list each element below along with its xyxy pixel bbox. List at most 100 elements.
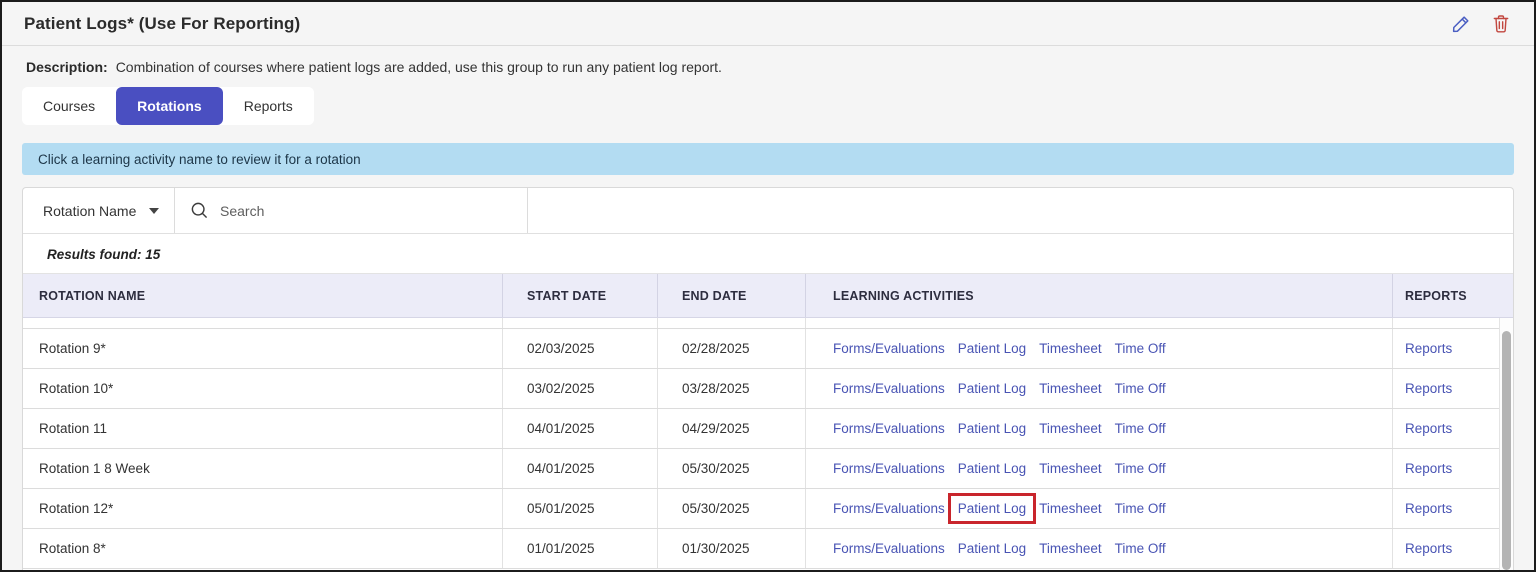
rotation-name-cell: Rotation 11 (23, 409, 503, 448)
learning-activities-cell: Forms/Evaluations Patient Log Timesheet Tim… (806, 369, 1393, 408)
table-rows: Rotation 9* 02/03/2025 02/28/2025 Forms/Eva… (23, 318, 1499, 570)
activity-link-time-off[interactable]: Time Off (1115, 341, 1166, 356)
search-field-select[interactable]: Rotation Name (23, 188, 175, 233)
info-banner: Click a learning activity name to review… (22, 143, 1514, 175)
start-date-cell: 02/03/2025 (503, 329, 658, 368)
tab-courses[interactable]: Courses (22, 87, 117, 125)
activity-link-time-off[interactable]: Time Off (1115, 501, 1166, 516)
reports-link[interactable]: Reports (1405, 381, 1452, 396)
learning-activities-cell: Forms/Evaluations Patient Log Timesheet Tim… (806, 529, 1393, 568)
tab-rotations[interactable]: Rotations (116, 87, 223, 125)
search-field-selected: Rotation Name (43, 202, 137, 219)
vertical-scrollbar[interactable] (1499, 318, 1513, 570)
activity-link-timesheet[interactable]: Timesheet (1039, 541, 1102, 556)
rotation-name-cell: Rotation 1 8 Week (23, 449, 503, 488)
info-banner-text: Click a learning activity name to review… (38, 151, 361, 167)
results-label: Results found: (47, 247, 142, 262)
chevron-down-icon (149, 207, 159, 214)
search-row: Rotation Name (23, 188, 1513, 234)
search-input[interactable] (220, 202, 510, 219)
activity-link-time-off[interactable]: Time Off (1115, 461, 1166, 476)
results-count: Results found: 15 (23, 234, 1513, 273)
trash-icon[interactable] (1490, 13, 1512, 35)
activity-link-patient-log[interactable]: Patient Log (958, 541, 1026, 556)
title-bar: Patient Logs* (Use For Reporting) (2, 2, 1534, 46)
end-date-cell: 01/30/2025 (658, 529, 806, 568)
column-header: ROTATION NAME (23, 274, 503, 317)
results-value: 15 (145, 247, 161, 262)
column-header: END DATE (658, 274, 806, 317)
reports-link[interactable]: Reports (1405, 461, 1452, 476)
end-date-cell: 05/30/2025 (658, 449, 806, 488)
magnifier-icon (190, 201, 209, 220)
learning-activities-cell: Forms/Evaluations Patient Log Timesheet Tim… (806, 489, 1393, 528)
reports-cell: Reports (1393, 489, 1499, 528)
activity-link-patient-log[interactable]: Patient Log (958, 461, 1026, 476)
activity-link-forms-evaluations[interactable]: Forms/Evaluations (833, 461, 945, 476)
description-text: Combination of courses where patient log… (115, 59, 722, 75)
reports-link[interactable]: Reports (1405, 341, 1452, 356)
activity-link-forms-evaluations[interactable]: Forms/Evaluations (833, 341, 945, 356)
title-actions (1450, 13, 1512, 35)
search-box (175, 188, 528, 233)
activity-link-timesheet[interactable]: Timesheet (1039, 461, 1102, 476)
rotation-name-cell: Rotation 8* (23, 529, 503, 568)
table-row: Rotation 1 8 Week 04/01/2025 05/30/2025 For… (23, 449, 1499, 489)
activity-link-patient-log[interactable]: Patient Log (958, 421, 1026, 436)
learning-activities-cell: Forms/Evaluations Patient Log Timesheet Tim… (806, 409, 1393, 448)
activity-link-forms-evaluations[interactable]: Forms/Evaluations (833, 381, 945, 396)
start-date-cell: 04/01/2025 (503, 409, 658, 448)
patient-logs-page: Patient Logs* (Use For Reporting) Descri… (0, 0, 1536, 572)
column-header: REPORTS (1405, 288, 1467, 303)
reports-link[interactable]: Reports (1405, 421, 1452, 436)
start-date-cell: 03/02/2025 (503, 369, 658, 408)
activity-link-patient-log[interactable]: Patient Log (958, 341, 1026, 356)
activity-link-forms-evaluations[interactable]: Forms/Evaluations (833, 421, 945, 436)
end-date-cell: 02/28/2025 (658, 329, 806, 368)
reports-link[interactable]: Reports (1405, 501, 1452, 516)
activity-link-patient-log-highlighted[interactable]: Patient Log (947, 493, 1037, 524)
activity-link-patient-log[interactable]: Patient Log (958, 381, 1026, 396)
rotations-panel: Rotation Name Results found: 15 ROTATION… (22, 187, 1514, 570)
end-date-cell: 04/29/2025 (658, 409, 806, 448)
rotation-name-cell: Rotation 9* (23, 329, 503, 368)
start-date-cell: 01/01/2025 (503, 529, 658, 568)
table-row: Rotation 10* 03/02/2025 03/28/2025 Forms/Ev… (23, 369, 1499, 409)
activity-link-timesheet[interactable]: Timesheet (1039, 501, 1102, 516)
reports-cell: Reports (1393, 529, 1499, 568)
end-date-cell: 05/30/2025 (658, 489, 806, 528)
learning-activities-cell: Forms/Evaluations Patient Log Timesheet Tim… (806, 329, 1393, 368)
partial-row (23, 318, 1499, 329)
activity-link-timesheet[interactable]: Timesheet (1039, 341, 1102, 356)
start-date-cell: 05/01/2025 (503, 489, 658, 528)
activity-link-time-off[interactable]: Time Off (1115, 381, 1166, 396)
end-date-cell: 03/28/2025 (658, 369, 806, 408)
activity-link-time-off[interactable]: Time Off (1115, 421, 1166, 436)
learning-activities-cell: Forms/Evaluations Patient Log Timesheet Tim… (806, 449, 1393, 488)
description-row: Description: Combination of courses where… (2, 46, 1534, 75)
table-header: ROTATION NAME START DATE END DATE LEARNING … (23, 273, 1513, 318)
table-row: Rotation 8* 01/01/2025 01/30/2025 Forms/Eva… (23, 529, 1499, 569)
activity-link-timesheet[interactable]: Timesheet (1039, 381, 1102, 396)
column-header: LEARNING ACTIVITIES (806, 274, 1393, 317)
column-header: START DATE (503, 274, 658, 317)
activity-link-timesheet[interactable]: Timesheet (1039, 421, 1102, 436)
page-title: Patient Logs* (Use For Reporting) (24, 13, 301, 33)
activity-link-time-off[interactable]: Time Off (1115, 541, 1166, 556)
table-row: Rotation 9* 02/03/2025 02/28/2025 Forms/Eva… (23, 329, 1499, 369)
reports-cell: Reports (1393, 449, 1499, 488)
reports-cell: Reports (1393, 409, 1499, 448)
activity-link-forms-evaluations[interactable]: Forms/Evaluations (833, 541, 945, 556)
pencil-icon[interactable] (1450, 13, 1472, 35)
tab-reports[interactable]: Reports (222, 87, 314, 125)
activity-link-forms-evaluations[interactable]: Forms/Evaluations (833, 501, 945, 516)
table-row: Rotation 11 04/01/2025 04/29/2025 Forms/Eva… (23, 409, 1499, 449)
scrollbar-thumb[interactable] (1502, 331, 1511, 570)
description-label: Description: (26, 59, 108, 75)
rotation-name-cell: Rotation 10* (23, 369, 503, 408)
table-row: Rotation 12* 05/01/2025 05/30/2025 Forms/Ev… (23, 489, 1499, 529)
rotation-name-cell: Rotation 12* (23, 489, 503, 528)
tabs-container: Courses Rotations Reports (22, 87, 1534, 125)
reports-cell: Reports (1393, 369, 1499, 408)
reports-link[interactable]: Reports (1405, 541, 1452, 556)
